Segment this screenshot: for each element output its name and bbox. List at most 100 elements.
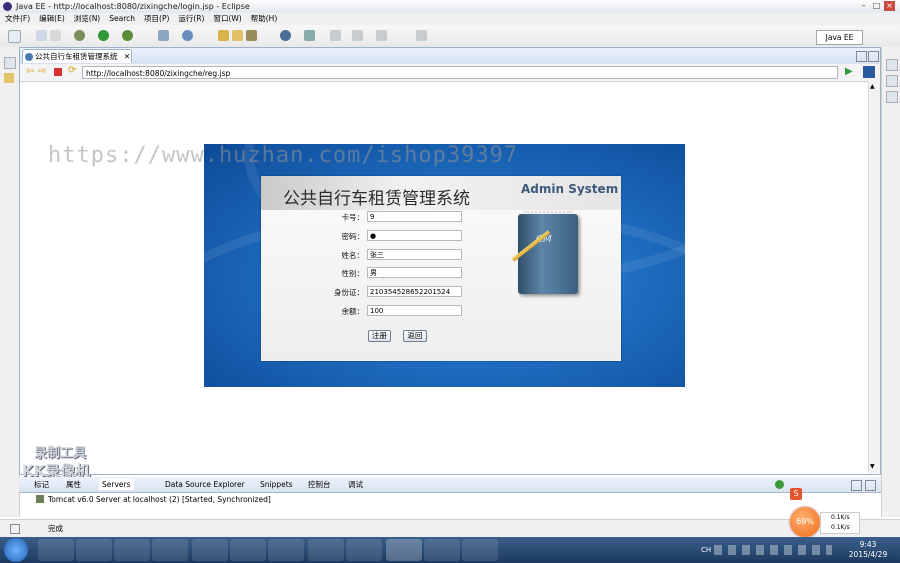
tray-icons[interactable] (714, 545, 832, 555)
network-monitor-ball[interactable]: 69% (790, 507, 820, 537)
scroll-down-icon[interactable]: ▼ (870, 463, 875, 470)
new-java-class-icon[interactable] (182, 30, 193, 41)
back-button-label: 返回 (407, 331, 423, 340)
server-entry[interactable]: Tomcat v6.0 Server at localhost (2) [Sta… (48, 495, 271, 504)
print-icon[interactable] (50, 30, 61, 41)
new-icon[interactable] (8, 30, 21, 43)
back-arrow-icon[interactable] (376, 30, 387, 41)
taskbar-clock[interactable]: 9:43 2015/4/29 (840, 540, 896, 560)
explorer-taskbar-icon[interactable] (76, 539, 112, 561)
menu-run[interactable]: 运行(R) (178, 13, 204, 25)
editor-tab-browser[interactable]: 公共自行车租赁管理系统 ✕ (22, 49, 132, 63)
balance-input[interactable]: 100 (367, 305, 462, 316)
app-taskbar-icon[interactable] (346, 539, 382, 561)
register-button[interactable]: 注册 (368, 330, 391, 342)
menu-project[interactable]: 项目(P) (144, 13, 169, 25)
fast-view-icon[interactable] (10, 524, 20, 534)
open-folder-icon[interactable] (232, 30, 243, 41)
pin-icon[interactable] (304, 30, 315, 41)
perspective-label: Java EE (825, 33, 854, 42)
photoshop-taskbar-icon[interactable] (152, 539, 188, 561)
restore-view-icon[interactable] (4, 57, 16, 69)
tab-markers[interactable]: 标记 (34, 479, 49, 490)
back-button[interactable]: 返回 (403, 330, 427, 342)
ie-taskbar-icon[interactable] (38, 539, 74, 561)
next-annotation-icon[interactable] (330, 30, 341, 41)
network-taskbar-icon[interactable] (230, 539, 266, 561)
menu-window[interactable]: 窗口(W) (213, 13, 241, 25)
view-menu-icon[interactable] (775, 480, 784, 489)
stop-icon[interactable] (54, 68, 62, 76)
maximize-icon[interactable]: □ (871, 1, 882, 11)
menu-file[interactable]: 文件(F) (5, 13, 30, 25)
upload-speed: 0.1K/s (831, 514, 850, 521)
scroll-up-icon[interactable]: ▲ (870, 83, 875, 90)
open-type-icon[interactable] (218, 30, 229, 41)
input-method-icon[interactable]: S (790, 488, 802, 500)
minimize-icon[interactable]: – (858, 1, 869, 11)
tab-debug[interactable]: 调试 (348, 479, 363, 490)
tab-snippets[interactable]: Snippets (260, 479, 293, 490)
menu-search[interactable]: Search (109, 13, 135, 25)
forward-arrow-icon[interactable] (416, 30, 427, 41)
url-input[interactable]: http://localhost:8080/zixingche/reg.jsp (82, 66, 838, 79)
card-number-input[interactable]: 9 (367, 211, 462, 222)
maximize-view-icon[interactable] (865, 480, 876, 491)
eclipse-taskbar-icon[interactable] (386, 539, 422, 561)
recorder-taskbar-icon[interactable] (424, 539, 460, 561)
editor-vertical-scrollbar[interactable]: ▲ ▼ (868, 81, 880, 473)
gender-input[interactable]: 男 (367, 267, 462, 278)
recorder-watermark-line1: 录制工具 (34, 446, 87, 461)
word-taskbar-icon[interactable] (462, 539, 498, 561)
id-card-input[interactable]: 210354528652201524 (367, 286, 462, 297)
name-input[interactable]: 张三 (367, 249, 462, 260)
minimize-view-icon[interactable] (851, 480, 862, 491)
start-button-icon[interactable] (4, 538, 28, 562)
menu-edit[interactable]: 编辑(E) (39, 13, 65, 25)
id-card-label: 身份证： (334, 288, 364, 297)
media-player-taskbar-icon[interactable] (114, 539, 150, 561)
eclipse-icon (3, 2, 12, 11)
package-explorer-icon[interactable] (4, 73, 14, 83)
refresh-icon[interactable]: ⟳ (68, 65, 76, 76)
go-icon[interactable]: ▶ (845, 66, 853, 77)
save-icon[interactable] (36, 30, 47, 41)
menu-bar: 文件(F) 编辑(E) 浏览(N) Search 项目(P) 运行(R) 窗口(… (0, 13, 900, 25)
password-input[interactable]: ● (367, 230, 462, 241)
close-tab-icon[interactable]: ✕ (124, 52, 130, 61)
status-bar (0, 519, 900, 538)
window-title-bar: Java EE - http://localhost:8080/zixingch… (0, 0, 900, 14)
tab-data-source-explorer[interactable]: Data Source Explorer (165, 479, 245, 490)
forward-icon[interactable]: ⇨ (38, 66, 46, 77)
maximize-editor-icon[interactable] (868, 51, 879, 62)
menu-help[interactable]: 帮助(H) (251, 13, 278, 25)
run-icon[interactable] (98, 30, 109, 41)
menu-navigate[interactable]: 浏览(N) (74, 13, 100, 25)
network-percent: 69% (796, 517, 814, 526)
debug-icon[interactable] (74, 30, 85, 41)
close-icon[interactable]: × (884, 1, 895, 11)
new-server-icon[interactable] (158, 30, 169, 41)
chrome-taskbar-icon[interactable] (192, 539, 228, 561)
java-ee-perspective-button[interactable]: Java EE (816, 30, 863, 45)
task-list-icon[interactable] (886, 75, 898, 87)
prev-annotation-icon[interactable] (352, 30, 363, 41)
search-icon[interactable] (246, 30, 257, 41)
status-text: 完成 (48, 524, 63, 533)
minimize-editor-icon[interactable] (856, 51, 867, 62)
id-card-value: 210354528652201524 (370, 288, 451, 296)
browser-menu-icon[interactable] (863, 66, 875, 78)
gender-value: 男 (370, 269, 377, 277)
external-tools-icon[interactable] (122, 30, 133, 41)
back-icon[interactable]: ⇦ (26, 66, 34, 77)
globe-icon[interactable] (280, 30, 291, 41)
folder-taskbar-icon[interactable] (308, 539, 344, 561)
tab-properties[interactable]: 属性 (66, 479, 81, 490)
language-indicator[interactable]: CH (701, 546, 711, 554)
outline-list-icon[interactable] (886, 91, 898, 103)
tab-console[interactable]: 控制台 (308, 479, 331, 490)
outline-view-icon[interactable] (886, 59, 898, 71)
skype-taskbar-icon[interactable] (268, 539, 304, 561)
shop-watermark: https://www.huzhan.com/ishop39397 (48, 143, 519, 168)
tab-servers[interactable]: Servers (99, 479, 134, 490)
